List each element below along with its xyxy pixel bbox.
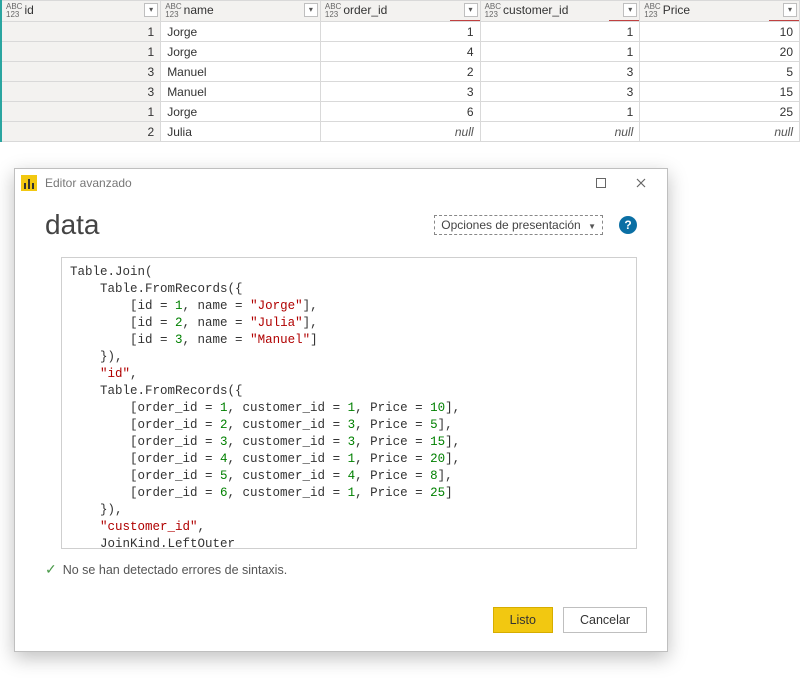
column-filter-button[interactable]: ▾ xyxy=(623,3,637,17)
table-cell[interactable]: 15 xyxy=(640,82,800,102)
table-cell[interactable]: 4 xyxy=(320,42,480,62)
chevron-down-icon: ▼ xyxy=(588,222,596,231)
table-cell[interactable]: 2 xyxy=(1,122,161,142)
column-filter-button[interactable]: ▾ xyxy=(783,3,797,17)
table-cell[interactable]: 1 xyxy=(480,22,640,42)
table-cell[interactable]: 1 xyxy=(480,42,640,62)
error-indicator-icon xyxy=(609,20,639,22)
table-cell[interactable]: 1 xyxy=(480,102,640,122)
column-name: Price xyxy=(663,3,690,17)
table-cell[interactable]: 6 xyxy=(320,102,480,122)
table-cell[interactable]: 25 xyxy=(640,102,800,122)
syntax-status-text: No se han detectado errores de sintaxis. xyxy=(63,563,287,577)
column-name: name xyxy=(184,3,214,17)
table-cell[interactable]: Jorge xyxy=(161,22,321,42)
column-name: id xyxy=(24,3,33,17)
display-options-dropdown[interactable]: Opciones de presentación ▼ xyxy=(434,215,603,235)
table-row[interactable]: 3Manuel3315 xyxy=(1,82,800,102)
help-icon[interactable]: ? xyxy=(619,216,637,234)
column-name: order_id xyxy=(343,3,387,17)
table-row[interactable]: 1Jorge1110 xyxy=(1,22,800,42)
table-cell[interactable]: 1 xyxy=(1,22,161,42)
table-cell[interactable]: 3 xyxy=(480,62,640,82)
datatype-icon: ABC123 xyxy=(165,3,181,19)
window-maximize-button[interactable] xyxy=(581,171,621,195)
table-cell[interactable]: Jorge xyxy=(161,42,321,62)
table-cell[interactable]: null xyxy=(480,122,640,142)
column-filter-button[interactable]: ▾ xyxy=(304,3,318,17)
column-header-customer_id[interactable]: ABC123customer_id ▾ xyxy=(480,1,640,22)
powerbi-logo-icon xyxy=(21,175,37,191)
table-cell[interactable]: Manuel xyxy=(161,82,321,102)
table-cell[interactable]: null xyxy=(320,122,480,142)
table-cell[interactable]: Julia xyxy=(161,122,321,142)
column-header-id[interactable]: ABC123id ▾ xyxy=(1,1,161,22)
data-table: ABC123id▾ABC123name▾ABC123order_id▾ABC12… xyxy=(0,0,800,142)
error-indicator-icon xyxy=(769,20,799,22)
done-button[interactable]: Listo xyxy=(493,607,553,633)
code-editor[interactable]: Table.Join( Table.FromRecords({ [id = 1,… xyxy=(61,257,637,549)
dialog-title: Editor avanzado xyxy=(45,176,132,190)
table-row[interactable]: 1Jorge6125 xyxy=(1,102,800,122)
table-cell[interactable]: 3 xyxy=(320,82,480,102)
table-row[interactable]: 2Julianullnullnull xyxy=(1,122,800,142)
error-indicator-icon xyxy=(450,20,480,22)
table-cell[interactable]: 2 xyxy=(320,62,480,82)
table-row[interactable]: 3Manuel235 xyxy=(1,62,800,82)
table-cell[interactable]: 10 xyxy=(640,22,800,42)
datatype-icon: ABC123 xyxy=(325,3,341,19)
table-cell[interactable]: 1 xyxy=(320,22,480,42)
column-header-name[interactable]: ABC123name ▾ xyxy=(161,1,321,22)
display-options-label: Opciones de presentación xyxy=(441,218,580,232)
table-cell[interactable]: 3 xyxy=(1,82,161,102)
column-header-Price[interactable]: ABC123Price ▾ xyxy=(640,1,800,22)
advanced-editor-dialog: Editor avanzado data Opciones de present… xyxy=(14,168,668,652)
datatype-icon: ABC123 xyxy=(6,3,22,19)
datatype-icon: ABC123 xyxy=(485,3,501,19)
syntax-status: ✓ No se han detectado errores de sintaxi… xyxy=(45,561,637,578)
check-icon: ✓ xyxy=(45,561,57,578)
column-filter-button[interactable]: ▾ xyxy=(464,3,478,17)
window-close-button[interactable] xyxy=(621,171,661,195)
table-cell[interactable]: 1 xyxy=(1,102,161,122)
table-cell[interactable]: Manuel xyxy=(161,62,321,82)
table-cell[interactable]: 3 xyxy=(1,62,161,82)
table-cell[interactable]: 3 xyxy=(480,82,640,102)
column-name: customer_id xyxy=(503,3,568,17)
table-cell[interactable]: Jorge xyxy=(161,102,321,122)
cancel-button[interactable]: Cancelar xyxy=(563,607,647,633)
query-name-heading: data xyxy=(45,209,434,241)
table-cell[interactable]: null xyxy=(640,122,800,142)
dialog-titlebar: Editor avanzado xyxy=(15,169,667,197)
table-cell[interactable]: 1 xyxy=(1,42,161,62)
datatype-icon: ABC123 xyxy=(644,3,660,19)
table-row[interactable]: 1Jorge4120 xyxy=(1,42,800,62)
table-cell[interactable]: 20 xyxy=(640,42,800,62)
table-cell[interactable]: 5 xyxy=(640,62,800,82)
column-header-order_id[interactable]: ABC123order_id ▾ xyxy=(320,1,480,22)
column-filter-button[interactable]: ▾ xyxy=(144,3,158,17)
